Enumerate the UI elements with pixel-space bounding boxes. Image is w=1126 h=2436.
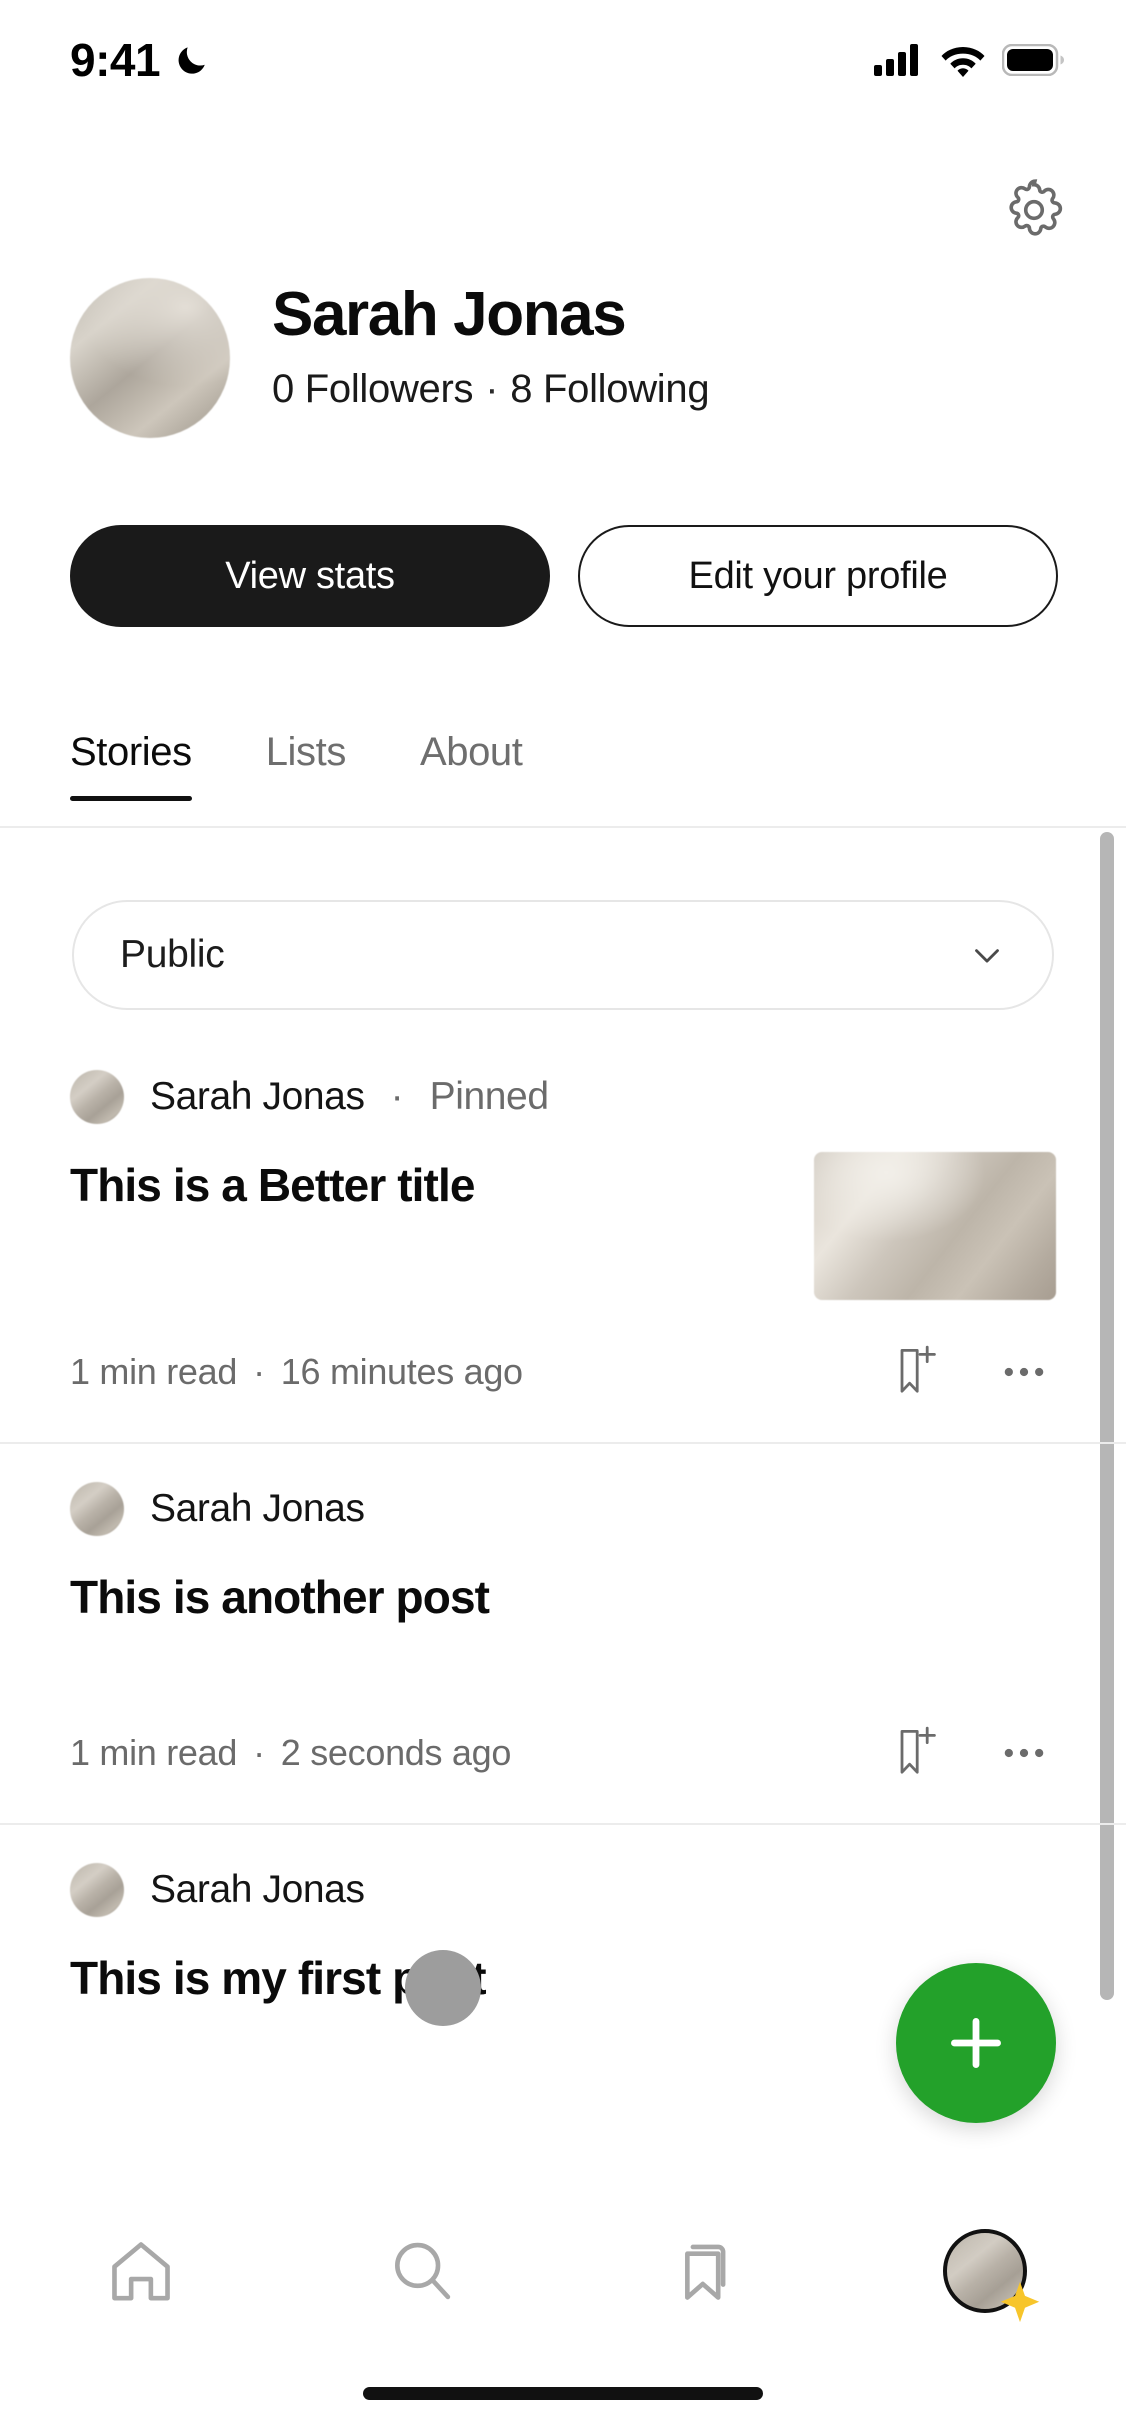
- bookmark-add-icon[interactable]: [892, 1725, 940, 1781]
- status-time: 9:41: [70, 34, 161, 86]
- wifi-icon: [941, 47, 985, 77]
- more-horizontal-icon[interactable]: [998, 1727, 1050, 1779]
- story-byline: Sarah Jonas: [70, 1482, 1056, 1536]
- battery-full-icon: [1002, 44, 1064, 76]
- nav-home[interactable]: [76, 2206, 206, 2336]
- stories-feed: Sarah Jonas · Pinned This is a Better ti…: [0, 1032, 1126, 2006]
- more-horizontal-icon[interactable]: [998, 1346, 1050, 1398]
- story-main: This is another post: [70, 1536, 1056, 1625]
- nav-search[interactable]: [357, 2206, 487, 2336]
- story-actions: [892, 1344, 1056, 1400]
- gear-icon: [1009, 179, 1063, 236]
- story-meta-text: 1 min read · 16 minutes ago: [70, 1351, 523, 1393]
- tab-about[interactable]: About: [420, 730, 523, 801]
- story-title[interactable]: This is my first post: [70, 1951, 1056, 2006]
- author-name: Sarah Jonas: [150, 1487, 365, 1530]
- tab-lists[interactable]: Lists: [266, 730, 347, 801]
- profile-header: Sarah Jonas 0 Followers · 8 Following: [70, 278, 710, 438]
- stats-separator: ·: [485, 367, 499, 412]
- crescent-moon-icon: [178, 47, 205, 74]
- story-body: This is a Better title: [70, 1124, 1056, 1300]
- bookmark-add-icon[interactable]: [892, 1344, 940, 1400]
- profile-tabs: Stories Lists About: [70, 730, 523, 801]
- plus-icon: [951, 2018, 1001, 2068]
- author-avatar: [70, 1482, 124, 1536]
- edit-profile-button[interactable]: Edit your profile: [578, 525, 1058, 627]
- sparkle-icon: [1001, 2281, 1040, 2323]
- story-title[interactable]: This is a Better title: [70, 1158, 784, 1213]
- profile-actions: View stats Edit your profile: [70, 525, 1058, 627]
- phone-screen: 9:41 Sarah Jonas 0 Followers · 8 Followi…: [0, 0, 1126, 2436]
- story-meta-text: 1 min read · 2 seconds ago: [70, 1732, 511, 1774]
- chevron-down-icon: [975, 949, 999, 963]
- nav-library[interactable]: [639, 2206, 769, 2336]
- avatar[interactable]: [70, 278, 230, 438]
- bookmark-library-icon: [684, 2244, 726, 2300]
- home-icon: [111, 2242, 170, 2301]
- meta-separator: ·: [253, 1732, 265, 1774]
- story-card[interactable]: Sarah Jonas · Pinned This is a Better ti…: [0, 1032, 1126, 1444]
- story-body: This is another post: [70, 1536, 1056, 1625]
- view-stats-button[interactable]: View stats: [70, 525, 550, 627]
- story-title[interactable]: This is another post: [70, 1570, 1056, 1625]
- bottom-navigation: [0, 2186, 1126, 2356]
- story-actions: [892, 1725, 1056, 1781]
- read-time: 1 min read: [70, 1351, 238, 1392]
- story-byline: Sarah Jonas · Pinned: [70, 1070, 1056, 1124]
- author-name: Sarah Jonas: [150, 1868, 365, 1912]
- visibility-filter-dropdown[interactable]: Public: [72, 900, 1054, 1010]
- pinned-badge: Pinned: [429, 1075, 549, 1118]
- tab-stories[interactable]: Stories: [70, 730, 192, 801]
- story-main: This is my first post: [70, 1917, 1056, 2006]
- profile-text: Sarah Jonas 0 Followers · 8 Following: [272, 278, 710, 412]
- nav-avatar-wrap: [943, 2229, 1040, 2323]
- story-thumbnail: [814, 1152, 1056, 1300]
- byline-separator: ·: [390, 1075, 404, 1118]
- page-title: Sarah Jonas: [272, 280, 627, 349]
- author-name: Sarah Jonas: [150, 1075, 365, 1118]
- home-indicator: [363, 2387, 763, 2400]
- meta-separator: ·: [253, 1351, 265, 1392]
- search-icon: [395, 2242, 451, 2300]
- profile-stats: 0 Followers · 8 Following: [272, 367, 710, 412]
- status-bar-left: 9:41: [70, 33, 210, 87]
- story-byline: Sarah Jonas: [70, 1863, 1056, 1918]
- timestamp: 2 seconds ago: [280, 1732, 512, 1774]
- author-avatar: [70, 1863, 124, 1918]
- author-avatar: [70, 1070, 124, 1124]
- story-meta: 1 min read · 16 minutes ago: [70, 1300, 1056, 1444]
- nav-profile[interactable]: [920, 2206, 1050, 2336]
- following-count[interactable]: 8 Following: [510, 367, 709, 412]
- filter-value: Public: [120, 933, 225, 976]
- story-meta: 1 min read · 2 seconds ago: [70, 1625, 1056, 1825]
- tabs-divider: [0, 826, 1126, 828]
- story-main: This is a Better title: [70, 1124, 784, 1213]
- status-bar: 9:41: [0, 0, 1126, 120]
- followers-count[interactable]: 0 Followers: [272, 367, 474, 412]
- scroll-drag-handle[interactable]: [405, 1950, 481, 2026]
- story-body: This is my first post: [70, 1917, 1056, 2006]
- status-bar-right: [874, 43, 1064, 77]
- read-time: 1 min read: [70, 1732, 238, 1774]
- timestamp: 16 minutes ago: [280, 1351, 523, 1392]
- story-card[interactable]: Sarah Jonas This is another post 1 min r…: [0, 1444, 1126, 1826]
- create-post-fab[interactable]: [896, 1963, 1056, 2123]
- cellular-signal-icon: [874, 44, 918, 76]
- settings-button[interactable]: [994, 170, 1074, 250]
